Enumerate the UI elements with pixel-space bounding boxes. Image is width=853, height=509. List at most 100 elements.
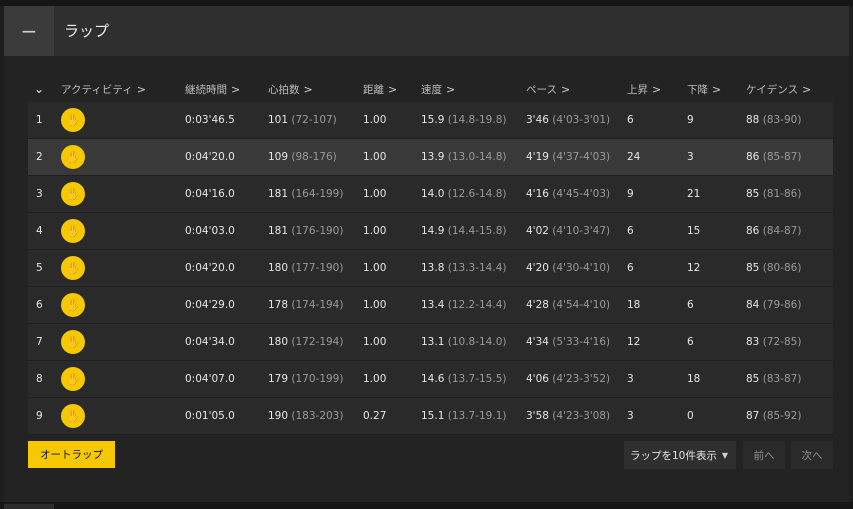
per-page-label: ラップを10件表示 bbox=[630, 449, 717, 462]
lap-cadence-range: (85-87) bbox=[762, 151, 802, 163]
chevron-right-icon: > bbox=[560, 82, 571, 96]
lap-pace-range: (4'23-3'08) bbox=[552, 410, 611, 422]
lap-ascent: 9 bbox=[627, 188, 634, 200]
column-header-ascent[interactable]: 上昇 > bbox=[627, 76, 687, 102]
lap-cadence: 86 bbox=[746, 151, 760, 163]
lap-pace-range: (4'03-3'01) bbox=[552, 114, 611, 126]
lap-heart-rate-range: (98-176) bbox=[291, 151, 337, 163]
table-row[interactable]: 5 ✋ 0:04'20.0 180 (177-190) 1.00 13.8 (13.3-1… bbox=[28, 249, 833, 287]
running-shoe-icon[interactable]: ✋ bbox=[61, 256, 85, 280]
lap-number: 5 bbox=[36, 262, 43, 274]
running-shoe-icon[interactable]: ✋ bbox=[61, 293, 85, 317]
lap-cadence-range: (81-86) bbox=[762, 188, 802, 200]
lap-speed: 13.9 bbox=[421, 151, 445, 163]
table-row[interactable]: 2 ✋ 0:04'20.0 109 (98-176) 1.00 13.9 (13.0-14… bbox=[28, 138, 833, 176]
lap-speed-range: (12.6-14.8) bbox=[447, 188, 507, 200]
lap-speed: 13.8 bbox=[421, 262, 445, 274]
lap-descent: 18 bbox=[687, 373, 701, 385]
column-header-pace[interactable]: ペース > bbox=[526, 76, 627, 102]
lap-number: 9 bbox=[36, 410, 43, 422]
collapse-button[interactable]: − bbox=[4, 6, 54, 56]
lap-cadence-range: (72-85) bbox=[762, 336, 802, 348]
lap-ascent: 6 bbox=[627, 114, 634, 126]
lap-speed-range: (13.7-19.1) bbox=[447, 410, 507, 422]
prev-page-button[interactable]: 前へ bbox=[743, 441, 785, 469]
lap-heart-rate: 180 bbox=[268, 336, 289, 348]
caret-down-icon: ▼ bbox=[721, 450, 728, 460]
running-shoe-icon[interactable]: ✋ bbox=[61, 182, 85, 206]
lap-cadence-range: (79-86) bbox=[762, 299, 802, 311]
lap-speed-range: (13.3-14.4) bbox=[447, 262, 507, 274]
lap-speed-range: (13.7-15.5) bbox=[447, 373, 507, 385]
chevron-right-icon: > bbox=[446, 82, 456, 96]
lap-duration: 0:04'07.0 bbox=[185, 373, 235, 385]
lap-heart-rate-range: (170-199) bbox=[291, 373, 344, 385]
chevron-right-icon: > bbox=[303, 82, 313, 96]
chevron-right-icon: > bbox=[388, 82, 398, 96]
lap-heart-rate-range: (164-199) bbox=[291, 188, 344, 200]
lap-duration: 0:04'34.0 bbox=[185, 336, 235, 348]
running-shoe-icon[interactable]: ✋ bbox=[61, 108, 85, 132]
column-header-speed[interactable]: 速度 > bbox=[421, 76, 526, 102]
table-row[interactable]: 1 ✋ 0:03'46.5 101 (72-107) 1.00 15.9 (14.8-19… bbox=[28, 102, 833, 139]
bottom-frame bbox=[0, 502, 853, 509]
table-row[interactable]: 4 ✋ 0:04'03.0 181 (176-190) 1.00 14.9 (14.4-1… bbox=[28, 212, 833, 250]
lap-descent: 15 bbox=[687, 225, 701, 237]
lap-number: 8 bbox=[36, 373, 43, 385]
next-page-button[interactable]: 次へ bbox=[791, 441, 833, 469]
running-shoe-icon[interactable]: ✋ bbox=[61, 330, 85, 354]
lap-cadence: 85 bbox=[746, 188, 760, 200]
lap-duration: 0:03'46.5 bbox=[185, 114, 235, 126]
lap-descent: 9 bbox=[687, 114, 694, 126]
lap-heart-rate-range: (174-194) bbox=[291, 299, 344, 311]
running-shoe-icon[interactable]: ✋ bbox=[61, 367, 85, 391]
lap-pace-range: (4'37-4'03) bbox=[552, 151, 611, 163]
table-header-row: ⌄ アクティビティ > 継続時間 > 心拍数 > 距離 > 速度 > ペース > 上昇 > 下… bbox=[28, 76, 833, 102]
column-header-activity[interactable]: アクティビティ > bbox=[61, 76, 185, 102]
lap-heart-rate: 190 bbox=[268, 410, 289, 422]
lap-distance: 1.00 bbox=[363, 188, 387, 200]
table-row[interactable]: 8 ✋ 0:04'07.0 179 (170-199) 1.00 14.6 (13.7-1… bbox=[28, 360, 833, 398]
lap-distance: 1.00 bbox=[363, 262, 387, 274]
lap-cadence: 85 bbox=[746, 262, 760, 274]
autolap-button[interactable]: オートラップ bbox=[28, 441, 115, 468]
column-header-descent[interactable]: 下降 > bbox=[687, 76, 746, 102]
lap-descent: 3 bbox=[687, 151, 694, 163]
lap-duration: 0:01'05.0 bbox=[185, 410, 235, 422]
lap-speed: 15.1 bbox=[421, 410, 445, 422]
lap-speed: 14.6 bbox=[421, 373, 445, 385]
lap-pace: 4'28 bbox=[526, 299, 549, 311]
table-row[interactable]: 6 ✋ 0:04'29.0 178 (174-194) 1.00 13.4 (12.2-1… bbox=[28, 286, 833, 324]
table-row[interactable]: 9 ✋ 0:01'05.0 190 (183-203) 0.27 15.1 (13.7-1… bbox=[28, 397, 833, 435]
table-row[interactable]: 3 ✋ 0:04'16.0 181 (164-199) 1.00 14.0 (12.6-1… bbox=[28, 175, 833, 213]
column-header-heart-rate[interactable]: 心拍数 > bbox=[268, 76, 363, 102]
chevron-right-icon: > bbox=[712, 82, 722, 96]
lap-heart-rate: 178 bbox=[268, 299, 289, 311]
chevron-down-icon[interactable]: ⌄ bbox=[28, 82, 44, 96]
column-header-cadence[interactable]: ケイデンス > bbox=[746, 76, 833, 102]
lap-pace-range: (5'33-4'16) bbox=[552, 336, 611, 348]
sort-toggle[interactable]: ⌄ bbox=[28, 76, 61, 102]
lap-ascent: 3 bbox=[627, 373, 634, 385]
lap-heart-rate-range: (177-190) bbox=[291, 262, 344, 274]
lap-heart-rate-range: (183-203) bbox=[291, 410, 344, 422]
lap-cadence-range: (85-92) bbox=[762, 410, 802, 422]
column-header-distance[interactable]: 距離 > bbox=[363, 76, 421, 102]
lap-heart-rate: 181 bbox=[268, 225, 289, 237]
lap-heart-rate-range: (176-190) bbox=[291, 225, 344, 237]
lap-duration: 0:04'20.0 bbox=[185, 151, 235, 163]
lap-ascent: 6 bbox=[627, 225, 634, 237]
lap-cadence: 84 bbox=[746, 299, 760, 311]
running-shoe-icon[interactable]: ✋ bbox=[61, 219, 85, 243]
lap-duration: 0:04'29.0 bbox=[185, 299, 235, 311]
laps-table-body: 1 ✋ 0:03'46.5 101 (72-107) 1.00 15.9 (14.8-19… bbox=[28, 102, 833, 435]
table-row[interactable]: 7 ✋ 0:04'34.0 180 (172-194) 1.00 13.1 (10.8-1… bbox=[28, 323, 833, 361]
running-shoe-icon[interactable]: ✋ bbox=[61, 145, 85, 169]
lap-distance: 1.00 bbox=[363, 225, 387, 237]
running-shoe-icon[interactable]: ✋ bbox=[61, 404, 85, 428]
laps-per-page-select[interactable]: ラップを10件表示 ▼ bbox=[624, 441, 736, 469]
column-header-duration[interactable]: 継続時間 > bbox=[185, 76, 268, 102]
lap-descent: 6 bbox=[687, 336, 694, 348]
lap-pace: 4'19 bbox=[526, 151, 549, 163]
lap-cadence-range: (83-87) bbox=[762, 373, 802, 385]
